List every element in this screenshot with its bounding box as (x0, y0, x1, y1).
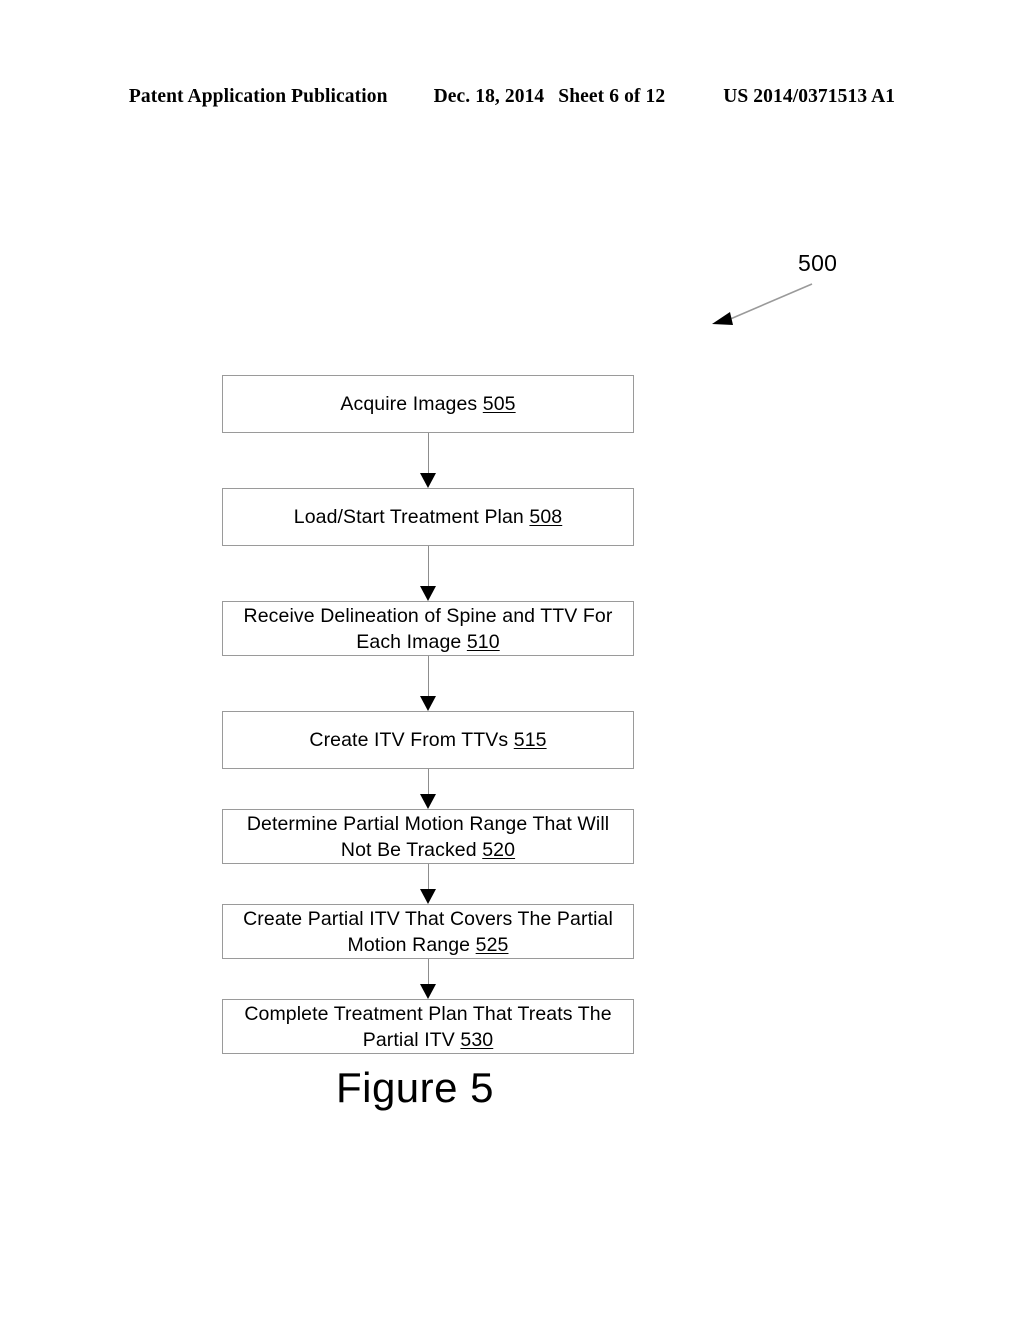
flow-node-505[interactable]: Acquire Images 505 (222, 375, 634, 433)
arrowhead-icon (420, 984, 436, 999)
arrowhead-icon (420, 794, 436, 809)
flow-node-510-label: Receive Delineation of Spine and TTV For… (243, 604, 613, 653)
flow-node-515-label: Create ITV From TTVs 515 (309, 729, 547, 751)
connector-line (427, 769, 429, 794)
flow-node-530-label: Complete Treatment Plan That Treats The … (244, 1002, 612, 1051)
connector-line (427, 864, 429, 889)
publication-label: Patent Application Publication (128, 86, 388, 107)
flow-node-510[interactable]: Receive Delineation of Spine and TTV For… (222, 601, 634, 656)
patent-running-header: Patent Application Publication Dec. 18, … (0, 86, 1024, 108)
flow-node-505-label: Acquire Images 505 (340, 393, 516, 415)
connector-line (427, 546, 429, 586)
connector-508-510 (222, 546, 634, 601)
flow-node-525[interactable]: Create Partial ITV That Covers The Parti… (222, 904, 634, 959)
arrowhead-icon (420, 473, 436, 488)
flow-node-525-label: Create Partial ITV That Covers The Parti… (243, 907, 613, 956)
arrowhead-icon (420, 586, 436, 601)
leader-arrow-icon (712, 283, 813, 325)
flow-node-515[interactable]: Create ITV From TTVs 515 (222, 711, 634, 769)
sheet-number: Sheet 6 of 12 (558, 86, 666, 107)
connector-line (427, 959, 429, 984)
connector-525-530 (222, 959, 634, 999)
connector-510-515 (222, 656, 634, 711)
connector-515-520 (222, 769, 634, 809)
flow-node-520-label: Determine Partial Motion Range That Will… (246, 812, 610, 861)
figure-reference-numeral: 500 (798, 250, 838, 276)
patent-number: US 2014/0371513 A1 (723, 86, 896, 107)
flow-node-508[interactable]: Load/Start Treatment Plan 508 (222, 488, 634, 546)
arrowhead-icon (420, 889, 436, 904)
flowchart: Acquire Images 505 Load/Start Treatment … (222, 375, 634, 1054)
flow-node-520[interactable]: Determine Partial Motion Range That Will… (222, 809, 634, 864)
connector-line (427, 433, 429, 473)
flow-node-530[interactable]: Complete Treatment Plan That Treats The … (222, 999, 634, 1054)
arrowhead-icon (420, 696, 436, 711)
connector-line (427, 656, 429, 696)
flow-node-508-label: Load/Start Treatment Plan 508 (293, 506, 563, 528)
publication-date: Dec. 18, 2014 (433, 86, 545, 107)
figure-caption: Figure 5 (0, 1064, 1024, 1112)
connector-520-525 (222, 864, 634, 904)
figure-caption-text: Figure 5 (335, 1064, 495, 1111)
connector-505-508 (222, 433, 634, 488)
